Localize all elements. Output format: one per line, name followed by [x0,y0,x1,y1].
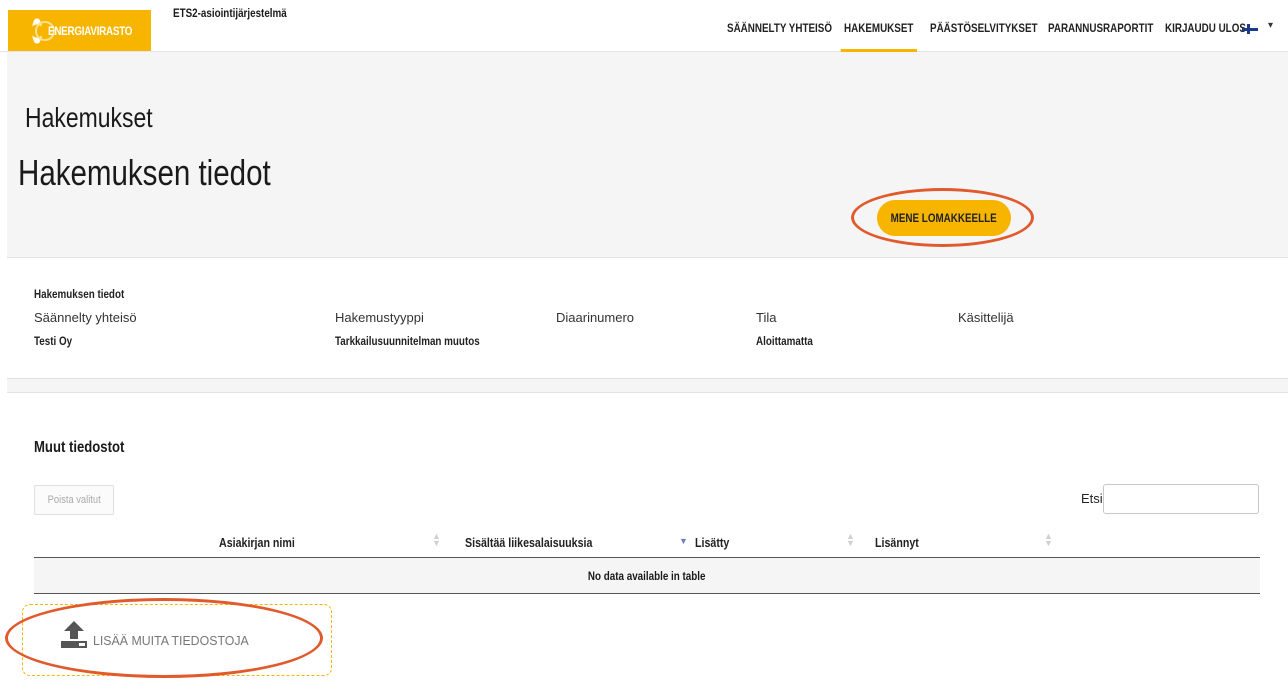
label-kasittelija: Käsittelijä [958,310,1014,325]
section-title: Hakemukset [25,102,153,133]
empty-table-text: No data available in table [588,568,706,583]
nav-hakemukset[interactable]: HAKEMUKSET [840,21,917,52]
sort-icon[interactable]: ▲ ▼ [846,532,855,548]
search-label: Etsi [1081,491,1103,506]
label-diaarinumero: Diaarinumero [556,310,635,325]
sort-icon[interactable]: ▲ ▼ [432,532,441,548]
nav-logout[interactable]: KIRJAUDU ULOS [1165,21,1246,35]
upload-icon [61,621,87,648]
details-heading: Hakemuksen tiedot [34,287,125,301]
column-asiakirjan-nimi[interactable]: Asiakirjan nimi [219,535,295,550]
value-sanneltu-yhteiso: Testi Oy [34,334,73,348]
column-lisannyt[interactable]: Lisännyt [875,535,919,550]
energiavirasto-logo[interactable]: ENERGIAVIRASTO [8,10,151,51]
delete-selected-label: Poista valitut [47,494,101,506]
files-title: Muut tiedostot [34,439,125,456]
sort-desc-icon[interactable]: ▼ [679,537,688,546]
value-tila: Aloittamatta [756,334,813,348]
chevron-down-icon[interactable]: ▾ [1268,20,1273,31]
go-to-form-label: MENE LOMAKKEELLE [890,211,998,225]
nav-parannusraportit[interactable]: PARANNUSRAPORTIT [1048,21,1153,35]
page-title: Hakemuksen tiedot [18,152,271,193]
logo-text: ENERGIAVIRASTO [48,23,133,38]
sun-logo-icon [32,17,56,44]
nav-paastoselvitykset[interactable]: PÄÄSTÖSELVITYKSET [930,21,1038,35]
sort-icon[interactable]: ▲ ▼ [1044,532,1053,548]
section-divider [7,378,1288,393]
delete-selected-button[interactable]: Poista valitut [34,485,114,515]
upload-label[interactable]: LISÄÄ MUITA TIEDOSTOJA [93,633,249,648]
label-sanneltu-yhteiso: Säännelty yhteisö [34,310,137,325]
table-header: Asiakirjan nimi ▲ ▼ Sisältää liikesalaisu… [34,527,1260,558]
search-input[interactable] [1103,484,1259,514]
nav-sanneltu-yhteiso[interactable]: SÄÄNNELTY YHTEISÖ [727,21,832,35]
finnish-flag-icon[interactable] [1242,24,1258,34]
label-tila: Tila [756,310,777,325]
label-hakemustyyppi: Hakemustyyppi [335,310,424,325]
go-to-form-button[interactable]: MENE LOMAKKEELLE [877,200,1011,236]
column-liikesalaisuuksia[interactable]: Sisältää liikesalaisuuksia [465,535,592,550]
column-lisatty[interactable]: Lisätty [695,535,729,550]
value-hakemustyyppi: Tarkkailusuunnitelman muutos [335,334,480,348]
system-title: ETS2-asiointijärjestelmä [173,6,287,20]
table-empty-row: No data available in table [34,558,1260,594]
